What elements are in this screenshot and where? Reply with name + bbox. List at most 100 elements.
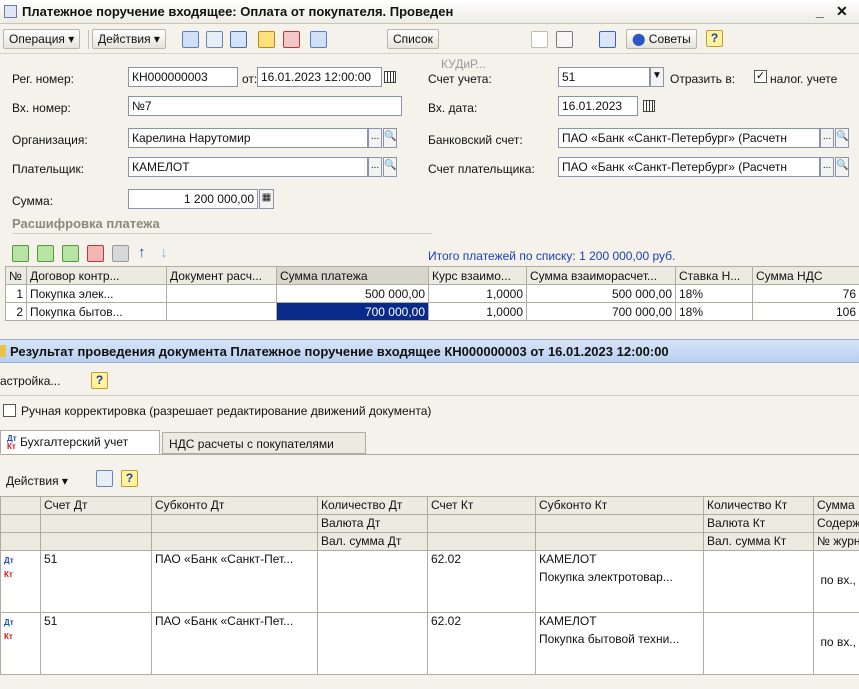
entry-debit[interactable]: 51 [40, 550, 152, 613]
row-rate[interactable]: 1,0000 [428, 284, 527, 303]
col-journal[interactable]: № журн [813, 532, 859, 551]
tab-accounting[interactable]: Дт Кт Бухгалтерский учет [0, 430, 160, 454]
row-number[interactable]: 1 [5, 284, 27, 303]
entry-qty-kt[interactable] [703, 550, 814, 613]
settings-button[interactable]: астройка... [0, 374, 60, 388]
delete-row-icon[interactable] [87, 245, 104, 262]
col-vat-sum[interactable]: Сумма НДС [752, 266, 859, 285]
date-field[interactable]: 16.01.2023 12:00:00 [257, 67, 382, 87]
row-rate[interactable]: 1,0000 [428, 302, 527, 321]
calculator-icon[interactable]: ▦ [259, 189, 274, 209]
tax-accounting-checkbox[interactable]: ✓ [754, 70, 767, 83]
col-subconto-dt[interactable]: Субконто Дт [151, 496, 318, 515]
col-sum[interactable]: Сумма [813, 496, 859, 515]
result-help-button[interactable]: ? [91, 372, 108, 389]
col-qty-dt[interactable]: Количество Дт [317, 496, 428, 515]
payer-field[interactable]: КАМЕЛОТ [128, 157, 368, 177]
row-contract[interactable]: Покупка бытов... [26, 302, 167, 321]
payer-account-open-icon[interactable]: 🔍 [835, 157, 849, 177]
refresh-icon[interactable] [96, 470, 113, 487]
col-content[interactable]: Содерж [813, 514, 859, 533]
actions-button[interactable]: Действия ▾ [92, 29, 166, 49]
col-qty-kt[interactable]: Количество Кт [703, 496, 814, 515]
edit-row-icon[interactable] [62, 245, 79, 262]
arrow-in-icon[interactable] [182, 31, 199, 48]
col-number[interactable]: № [5, 266, 27, 285]
refresh-icon[interactable] [206, 31, 223, 48]
structure-icon[interactable] [599, 31, 616, 48]
bank-account-field[interactable]: ПАО «Банк «Санкт-Петербург» (Расчетн [558, 128, 820, 148]
entry-credit[interactable]: 62.02 [427, 550, 536, 613]
col-debit-account[interactable]: Счет Дт [40, 496, 152, 515]
row-settlement-sum[interactable]: 500 000,00 [526, 284, 676, 303]
entry-debit[interactable]: 51 [40, 612, 152, 675]
payer-account-field[interactable]: ПАО «Банк «Санкт-Петербург» (Расчетн [558, 157, 820, 177]
report-icon[interactable] [556, 31, 573, 48]
table-row[interactable]: Дт Кт 51 ПАО «Банк «Санкт-Пет... 62.02 КА… [0, 550, 859, 613]
col-settlement-sum[interactable]: Сумма взаиморасчет... [526, 266, 676, 285]
move-up-icon[interactable]: ↑ [138, 244, 146, 261]
entry-qty-dt[interactable] [317, 612, 428, 675]
entry-subconto-dt[interactable]: ПАО «Банк «Санкт-Пет... [151, 550, 318, 613]
row-vat-rate[interactable]: 18% [675, 302, 753, 321]
entry-subconto-dt[interactable]: ПАО «Банк «Санкт-Пет... [151, 612, 318, 675]
row-vat-sum[interactable]: 106 [752, 302, 859, 321]
col-subconto-kt[interactable]: Субконто Кт [535, 496, 704, 515]
add-row-icon[interactable] [12, 245, 29, 262]
row-number[interactable]: 2 [5, 302, 27, 321]
close-button[interactable]: ✕ [836, 3, 848, 20]
manual-correction-checkbox[interactable] [3, 404, 16, 417]
entry-content[interactable]: по вх., [813, 550, 859, 613]
entry-subconto-kt[interactable]: КАМЕЛОТ Покупка бытовой техни... [535, 612, 704, 675]
end-edit-icon[interactable] [112, 245, 129, 262]
payer-open-icon[interactable]: 🔍 [383, 157, 397, 177]
row-contract[interactable]: Покупка элек... [26, 284, 167, 303]
help-button[interactable]: ? [706, 30, 723, 47]
row-document[interactable] [166, 284, 277, 303]
col-vat-rate[interactable]: Ставка Н... [675, 266, 753, 285]
col-contract[interactable]: Договор контр... [26, 266, 167, 285]
row-payment-sum-selected[interactable]: 700 000,00 [276, 302, 429, 321]
col-document[interactable]: Документ расч... [166, 266, 277, 285]
tab-vat[interactable]: НДС расчеты с покупателями [162, 432, 366, 454]
account-dropdown-icon[interactable]: ▼ [650, 67, 664, 87]
account-field[interactable]: 51 [558, 67, 650, 87]
row-vat-rate[interactable]: 18% [675, 284, 753, 303]
org-open-icon[interactable]: 🔍 [383, 128, 397, 148]
result-actions-button[interactable]: Действия ▾ [6, 474, 68, 488]
row-document[interactable] [166, 302, 277, 321]
entry-qty-dt[interactable] [317, 550, 428, 613]
col-currency-dt[interactable]: Валюта Дт [317, 514, 428, 533]
copy-row-icon[interactable] [37, 245, 54, 262]
entry-qty-kt[interactable] [703, 612, 814, 675]
payer-select-button[interactable]: ... [368, 157, 382, 177]
col-cur-sum-dt[interactable]: Вал. сумма Дт [317, 532, 428, 551]
bank-open-icon[interactable]: 🔍 [835, 128, 849, 148]
operation-button[interactable]: Операция ▾ [3, 29, 81, 49]
col-cur-sum-kt[interactable]: Вал. сумма Кт [703, 532, 814, 551]
payer-account-select-button[interactable]: ... [820, 157, 834, 177]
unpost-icon[interactable] [283, 31, 300, 48]
in-date-calendar-icon[interactable] [643, 100, 655, 112]
entry-content[interactable]: по вх., [813, 612, 859, 675]
col-credit-account[interactable]: Счет Кт [427, 496, 536, 515]
reg-number-field[interactable]: КН000000003 [128, 67, 238, 87]
kudir-button[interactable]: КУДиР... [441, 57, 486, 71]
go-icon[interactable] [310, 31, 327, 48]
move-down-icon[interactable]: ↓ [160, 244, 168, 261]
bank-select-button[interactable]: ... [820, 128, 834, 148]
actions-help-button[interactable]: ? [121, 470, 138, 487]
list-button[interactable]: Список [387, 29, 439, 49]
org-select-button[interactable]: ... [368, 128, 382, 148]
tips-button[interactable]: ⬤ Советы [626, 29, 697, 49]
entry-credit[interactable]: 62.02 [427, 612, 536, 675]
post-icon[interactable] [258, 31, 275, 48]
calendar-icon[interactable] [384, 71, 396, 83]
organization-field[interactable]: Карелина Нарутомир [128, 128, 368, 148]
row-settlement-sum[interactable]: 700 000,00 [526, 302, 676, 321]
minimize-button[interactable]: _ [816, 3, 824, 19]
table-row[interactable]: 1 Покупка элек... 500 000,00 1,0000 500 … [5, 284, 859, 303]
table-row[interactable]: Дт Кт 51 ПАО «Банк «Санкт-Пет... 62.02 КА… [0, 612, 859, 675]
row-payment-sum[interactable]: 500 000,00 [276, 284, 429, 303]
sum-field[interactable]: 1 200 000,00 [128, 189, 258, 209]
